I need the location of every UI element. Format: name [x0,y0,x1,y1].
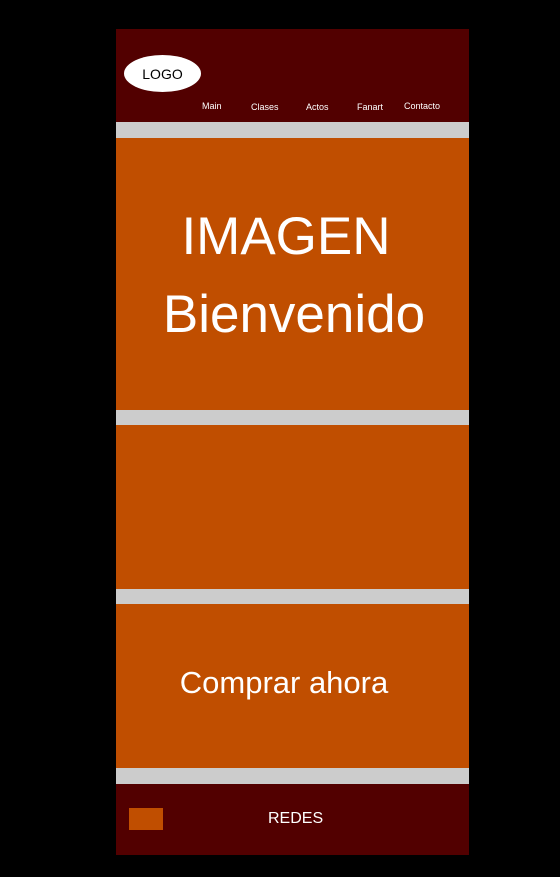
header: LOGO Main Clases Actos Fanart Contacto [116,29,469,122]
cta-section: Comprar ahora [116,604,469,768]
page-frame: LOGO Main Clases Actos Fanart Contacto I… [116,29,469,855]
nav-item-clases[interactable]: Clases [251,102,279,112]
nav-item-contacto[interactable]: Contacto [404,101,440,111]
social-label: REDES [268,810,324,827]
social-icon[interactable] [129,808,163,830]
footer: REDES [116,784,469,855]
nav-item-actos[interactable]: Actos [306,102,329,112]
nav-item-fanart[interactable]: Fanart [357,102,383,112]
buy-now-button[interactable]: Comprar ahora [116,667,452,698]
hero-welcome-text: Bienvenido [162,285,426,344]
nav-item-main[interactable]: Main [202,101,222,111]
hero-image-placeholder: IMAGEN [181,207,391,266]
hero-section: IMAGEN Bienvenido [116,138,469,410]
middle-section [116,425,469,589]
logo[interactable]: LOGO [124,55,201,92]
